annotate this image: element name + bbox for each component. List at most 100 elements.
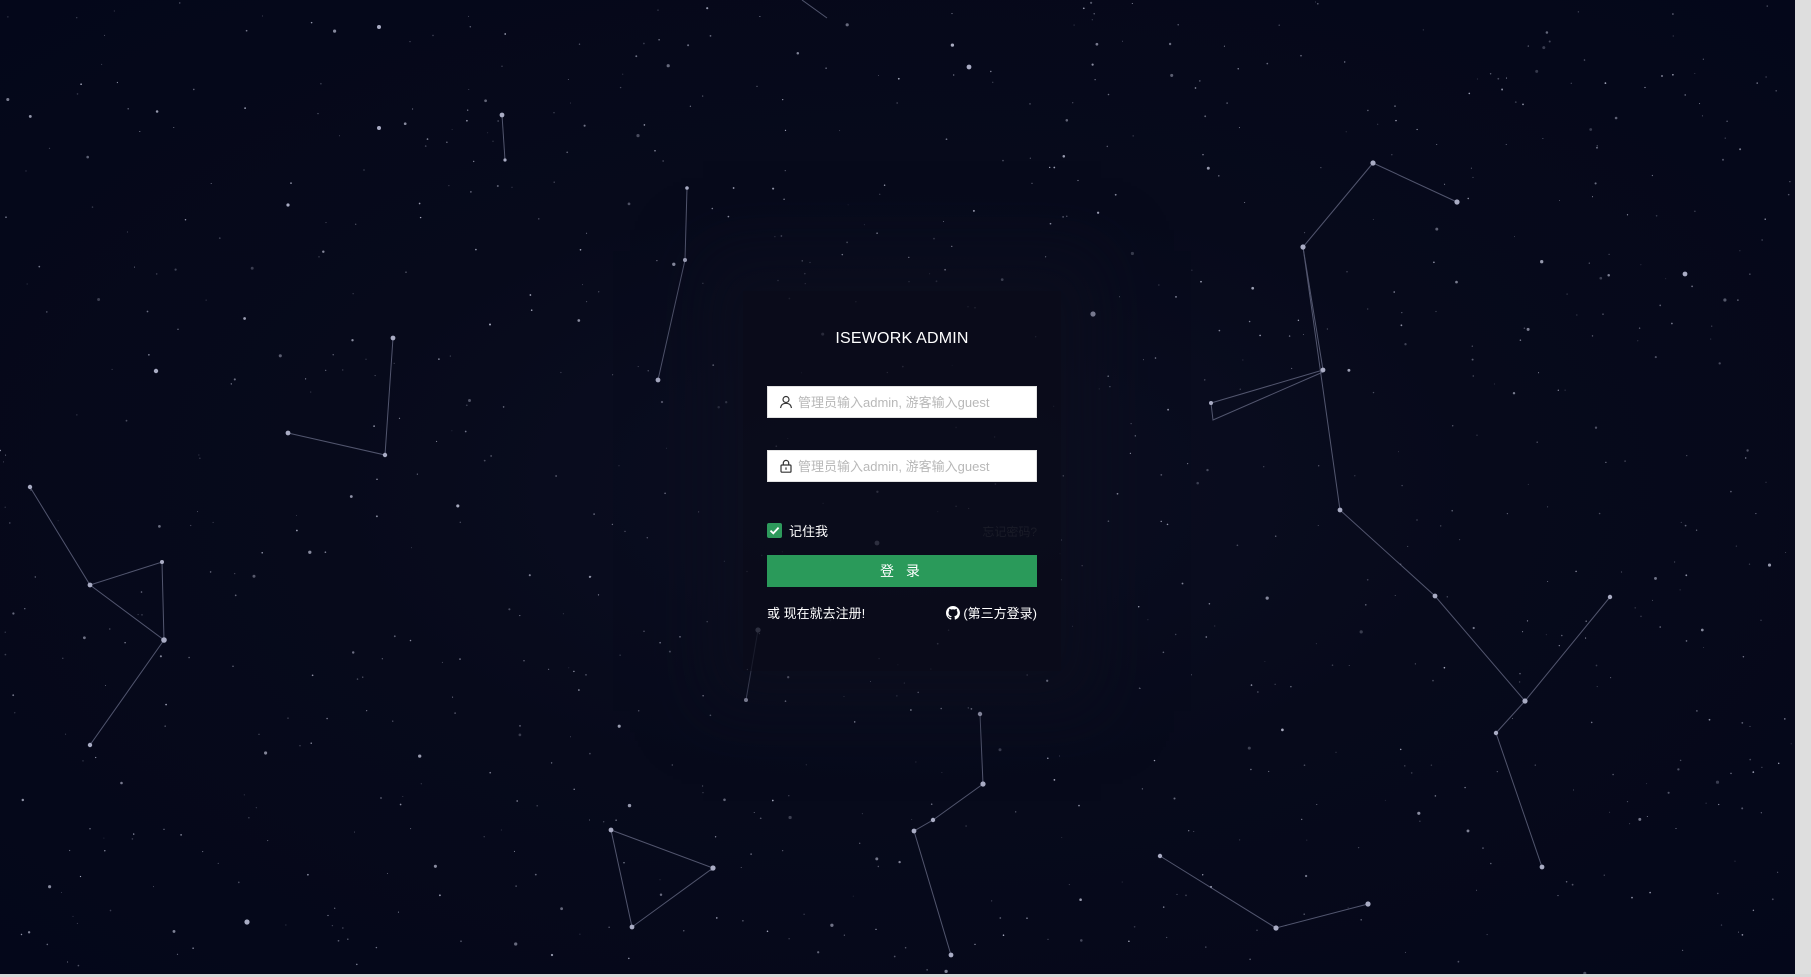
star (1596, 145, 1598, 147)
username-field[interactable] (767, 386, 1037, 418)
star (853, 721, 856, 723)
star (1434, 795, 1437, 797)
star (25, 170, 27, 172)
star (1741, 807, 1744, 810)
star (1162, 651, 1165, 654)
star (1585, 637, 1587, 639)
star (1518, 681, 1521, 683)
remember-checkbox[interactable] (767, 522, 782, 538)
star (1752, 771, 1755, 773)
star (903, 682, 905, 684)
star (1596, 686, 1598, 688)
star (1672, 35, 1674, 37)
star (581, 284, 584, 286)
star (817, 951, 820, 954)
star (1130, 251, 1134, 256)
star (659, 893, 663, 897)
star (1464, 786, 1466, 789)
star (14, 712, 16, 714)
star (1749, 725, 1751, 727)
star (967, 707, 969, 709)
star (1071, 625, 1074, 627)
star (1522, 103, 1524, 106)
password-field[interactable] (767, 450, 1037, 482)
star (304, 378, 307, 380)
star (617, 724, 621, 728)
star (48, 885, 52, 889)
star (1467, 197, 1469, 200)
username-input[interactable] (798, 387, 1032, 417)
star (917, 691, 919, 694)
star (373, 425, 375, 427)
star (845, 23, 849, 27)
star (560, 907, 563, 911)
star (929, 273, 931, 275)
star (1594, 182, 1597, 185)
scrollbar-track[interactable] (1795, 0, 1811, 977)
star (783, 198, 785, 201)
star (801, 260, 803, 262)
star (418, 202, 421, 205)
star (1558, 200, 1560, 201)
star (1395, 119, 1397, 122)
app-title: ISEWORK ADMIN (835, 330, 969, 347)
star (627, 202, 631, 206)
star (732, 187, 735, 189)
star (501, 65, 503, 67)
star (1345, 131, 1347, 133)
star (1661, 75, 1663, 77)
star (1238, 839, 1241, 841)
check-icon (769, 526, 780, 535)
star (656, 259, 658, 262)
star (1304, 874, 1308, 878)
password-input[interactable] (798, 451, 1032, 481)
star (5, 454, 7, 456)
star (1248, 320, 1251, 323)
star (1638, 327, 1641, 329)
login-button[interactable]: 登 录 (767, 555, 1037, 587)
star (1176, 893, 1178, 895)
third-party-login-link[interactable]: (第三方登录) (946, 603, 1037, 622)
star (1153, 759, 1156, 762)
star (1749, 758, 1752, 761)
star (1494, 383, 1496, 385)
register-link[interactable]: 或 现在就去注册! (767, 603, 865, 622)
star (1251, 286, 1255, 290)
star (1711, 325, 1713, 327)
star (398, 417, 401, 419)
star (308, 550, 312, 554)
star (1767, 563, 1772, 567)
star (1765, 481, 1767, 483)
remember-me[interactable]: 记住我 (767, 522, 828, 539)
forgot-password-link[interactable]: 忘记密码? (982, 523, 1037, 540)
star (1194, 87, 1197, 89)
star (95, 756, 97, 759)
star (876, 232, 878, 235)
star (1547, 581, 1549, 582)
star (1331, 664, 1334, 666)
star (1404, 765, 1406, 767)
star (86, 155, 89, 159)
star (1609, 811, 1611, 813)
star (869, 681, 871, 682)
star (1160, 474, 1163, 476)
star (1297, 319, 1300, 322)
star (65, 733, 67, 735)
star (839, 130, 841, 132)
star (1519, 672, 1521, 675)
star (536, 804, 538, 807)
star (1154, 357, 1157, 359)
star (1735, 545, 1738, 547)
star (285, 924, 287, 926)
star (497, 120, 499, 122)
star (991, 900, 993, 902)
star (945, 138, 948, 141)
star (20, 933, 23, 936)
star (387, 872, 389, 874)
star (1685, 640, 1688, 642)
star (1651, 174, 1654, 177)
star (1705, 802, 1707, 804)
star (709, 35, 712, 37)
star (125, 419, 128, 422)
star (585, 674, 587, 676)
